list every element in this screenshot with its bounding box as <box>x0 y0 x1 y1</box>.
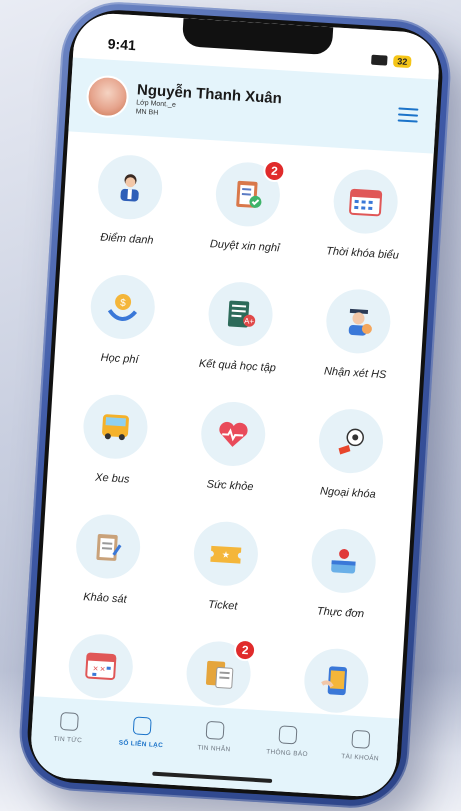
tab-label: SỔ LIÊN LẠC <box>118 739 164 750</box>
feature-label: Duyệt xin nghỉ <box>209 238 280 255</box>
feature-tile[interactable]: Ngoại khóa <box>289 406 412 503</box>
feature-label: Kết quả học tập <box>198 357 277 375</box>
feature-label: Thực đơn <box>316 605 365 621</box>
feature-tile[interactable]: A+ Kết quả học tập <box>178 279 301 376</box>
feature-tile[interactable]: Thời khóa biểu <box>303 166 426 263</box>
avatar[interactable] <box>85 74 130 119</box>
calendar-icon <box>331 167 400 236</box>
feature-tile[interactable]: Điểm danh <box>68 152 191 249</box>
user-info: Nguyễn Thanh Xuân Lớp Mont._e MN BH <box>135 81 283 125</box>
feature-label: Ticket <box>207 598 238 613</box>
feature-label: Điểm danh <box>100 231 154 247</box>
tab-label: THÔNG BÁO <box>265 748 309 759</box>
status-icons: 32 <box>371 54 412 69</box>
tab-news[interactable]: TIN TỨC <box>34 711 102 781</box>
tab-bell[interactable]: THÔNG BÁO <box>253 724 321 794</box>
news-icon <box>59 711 79 731</box>
status-time: 9:41 <box>107 35 137 54</box>
feature-tile[interactable]: Khảo sát <box>46 511 169 608</box>
notification-badge: 2 <box>233 638 257 662</box>
phone-screen: 9:41 32 Nguyễn Thanh Xuân Lớp Mont._e MN… <box>28 11 442 799</box>
svg-text:✕: ✕ <box>92 666 98 673</box>
feature-tile[interactable]: Sức khỏe <box>171 398 294 495</box>
feature-grid: Điểm danh 2 Duyệt xin nghỉ Thời khóa biểu $ H… <box>32 131 433 742</box>
feature-tile[interactable]: Xe bus <box>53 391 176 488</box>
feature-label: Khảo sát <box>82 591 127 606</box>
feature-label: Ngoại khóa <box>319 485 376 501</box>
user-profile[interactable]: Nguyễn Thanh Xuân Lớp Mont._e MN BH <box>85 74 282 128</box>
hamburger-menu-icon[interactable] <box>397 107 419 123</box>
account-icon <box>351 729 371 749</box>
tab-label: TÀI KHOẢN <box>340 753 380 763</box>
phone-checkin-icon <box>302 646 371 715</box>
signal-icon <box>371 54 388 66</box>
bell-icon <box>278 725 298 745</box>
svg-text:✕: ✕ <box>99 666 105 673</box>
feature-tile[interactable]: Nhận xét HS <box>296 286 419 383</box>
battery-icon: 32 <box>392 55 412 69</box>
feature-label: Sức khỏe <box>206 478 254 494</box>
chat-icon <box>205 720 225 740</box>
feature-label: Xe bus <box>94 471 130 486</box>
feature-label: Thời khóa biểu <box>325 245 400 262</box>
phone-mockup: 9:41 32 Nguyễn Thanh Xuân Lớp Mont._e MN… <box>16 0 454 811</box>
grade-report-icon: A+ <box>206 280 275 349</box>
attendance-calendar-icon: ✕ ✕ <box>66 632 135 701</box>
feature-label: Học phí <box>100 351 139 367</box>
tab-label: TIN TỨC <box>53 735 83 745</box>
heart-pulse-icon <box>199 400 268 468</box>
survey-clipboard-icon <box>74 512 143 581</box>
notification-badge: 2 <box>262 159 287 183</box>
tab-account[interactable]: TÀI KHOẢN <box>326 728 394 798</box>
tuition-coin-icon: $ <box>88 273 157 341</box>
feature-tile[interactable]: ★ Ticket <box>163 518 286 615</box>
feature-tile[interactable]: $ Học phí <box>60 271 183 368</box>
feature-tile[interactable]: Thực đơn <box>281 525 404 622</box>
svg-text:★: ★ <box>222 549 231 559</box>
attendance-person-icon <box>96 153 164 222</box>
contact-book-icon <box>132 716 152 736</box>
tab-label: TIN NHẮN <box>197 744 231 754</box>
soccer-ball-icon <box>317 407 385 476</box>
ticket-icon: ★ <box>192 519 260 588</box>
lunchbox-icon <box>309 527 378 595</box>
svg-text:A+: A+ <box>244 316 255 326</box>
bus-icon <box>81 392 150 461</box>
feature-label: Nhận xét HS <box>323 365 387 382</box>
student-review-icon <box>324 287 393 356</box>
svg-text:$: $ <box>120 298 127 309</box>
feature-tile[interactable]: 2 Duyệt xin nghỉ <box>185 159 308 256</box>
